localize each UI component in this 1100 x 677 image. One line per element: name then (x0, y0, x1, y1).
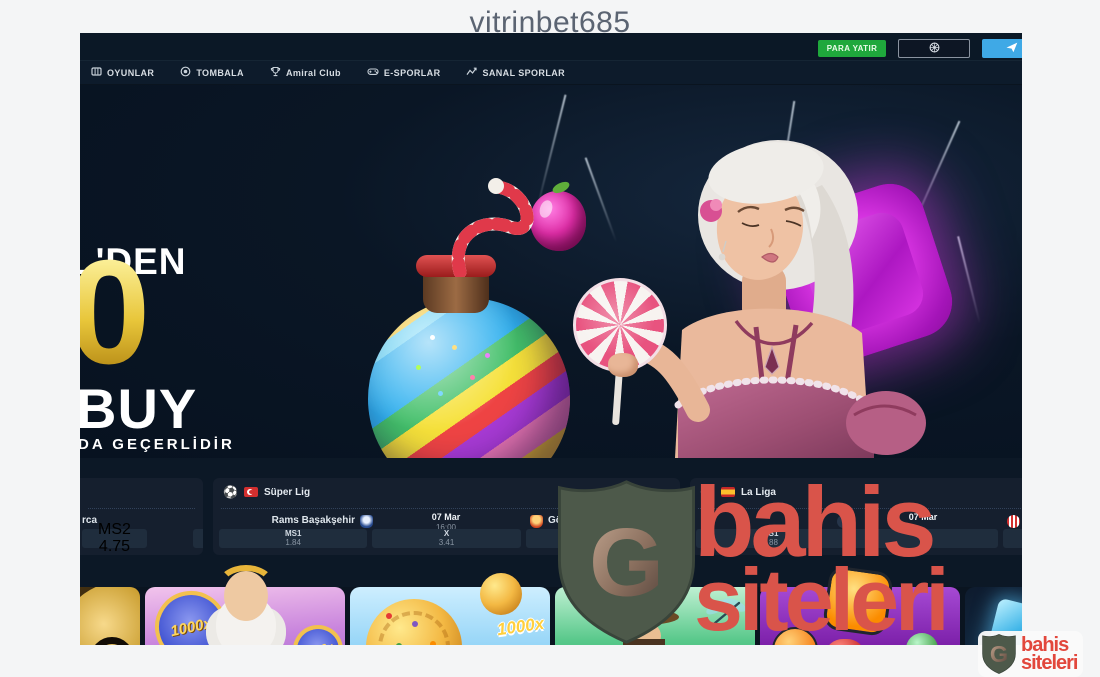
corner-logo: G bahis siteleri (978, 631, 1084, 677)
telegram-button[interactable] (982, 39, 1022, 58)
odds-value: 4.75 (98, 537, 131, 555)
home-team-badge (360, 515, 373, 528)
nav-item-esporlar[interactable]: E-SPORLAR (354, 61, 454, 84)
league-header: ⚽ Süper Lig (223, 486, 310, 498)
hand (608, 353, 638, 377)
1000x-badge: 1000x (288, 620, 345, 645)
top-bar: PARA YATIR (80, 33, 1022, 61)
watermark-letter: G (589, 510, 664, 617)
candy-sprinkles (430, 335, 435, 340)
odds-button-ms1[interactable]: MS1 1.84 (219, 529, 368, 548)
virtual-sports-icon (466, 66, 478, 79)
bingo-ball-icon (180, 66, 191, 79)
nav-item-label: TOMBALA (196, 67, 244, 78)
main-nav: OYUNLAR TOMBALA Amiral Club E-SPORLAR SA… (80, 61, 1022, 85)
odds-button-x[interactable]: X 3.41 (372, 529, 521, 548)
nav-item-amiral-club[interactable]: Amiral Club (257, 61, 354, 84)
trophy-icon (270, 66, 281, 79)
rainbow-candy-bomb (368, 298, 570, 458)
divider (88, 508, 195, 509)
1000x-badge: 1000x (495, 613, 546, 640)
zeus-laurel-crown (217, 565, 275, 607)
promo-line-2: BUY (80, 377, 198, 440)
corner-letter: G (990, 641, 1008, 667)
odds-button-ms2[interactable]: MS2 (1002, 529, 1022, 548)
match-date: 07 Mar (431, 512, 461, 522)
watermark-shield-logo: G (557, 480, 696, 644)
casino-button[interactable] (898, 39, 970, 58)
nav-item-label: OYUNLAR (107, 67, 155, 78)
nav-item-sanal-sporlar[interactable]: SANAL SPORLAR (453, 61, 578, 84)
team-name-fragment: rca (82, 515, 98, 526)
home-team: Rams Başakşehir (271, 515, 355, 526)
deposit-button-label: PARA YATIR (826, 44, 878, 53)
corner-shield-logo: G (982, 634, 1016, 674)
match-card-clipped[interactable]: rca MS2 4.75 (80, 478, 203, 555)
paper-plane-icon (1006, 42, 1018, 55)
hero-banner[interactable]: L'DEN 0 BUY DA GEÇERLİDİR , kazanmaya ba… (80, 85, 1022, 458)
slot-tile-zeus-1000[interactable]: 1000x 1000x (145, 565, 345, 645)
odds-button-ms2[interactable]: MS2 4.75 (82, 521, 147, 554)
away-team-badge (1007, 515, 1020, 528)
slot-machine-icon (91, 66, 102, 79)
nav-item-tombala[interactable]: TOMBALA (167, 61, 257, 84)
odds-value: 1.84 (285, 537, 301, 547)
golden-candy-bomb (366, 599, 462, 645)
football-icon: ⚽ (223, 485, 238, 499)
away-team-badge (530, 515, 543, 528)
candy-cane-fuse (451, 178, 534, 277)
nav-item-label: SANAL SPORLAR (482, 67, 566, 78)
odds-value: 3.41 (438, 537, 455, 547)
roulette-wheel-icon (929, 42, 940, 55)
corner-word-2: siteleri (1021, 652, 1078, 674)
promo-big-digit: 0 (80, 239, 150, 387)
promo-line-3: DA GEÇERLİDİR (80, 436, 235, 453)
watermark-word-2: siteleri (694, 550, 950, 649)
lightning-bolt (957, 236, 981, 324)
nav-item-label: E-SPORLAR (383, 67, 441, 78)
nav-item-label: Amiral Club (285, 67, 341, 78)
nav-item-oyunlar[interactable]: OYUNLAR (80, 61, 167, 84)
slot-tile-sugar-bomb-1000[interactable]: 1000x (350, 573, 550, 645)
gamepad-icon (367, 66, 379, 79)
odds-label: MS2 (98, 520, 131, 538)
deposit-button[interactable]: PARA YATIR (818, 40, 886, 57)
odds-button-fragment[interactable] (193, 529, 203, 548)
turkey-flag-icon (243, 487, 258, 497)
small-candy-bomb (480, 573, 522, 615)
slot-tile-golden[interactable] (80, 587, 140, 645)
league-name: Süper Lig (263, 486, 311, 498)
